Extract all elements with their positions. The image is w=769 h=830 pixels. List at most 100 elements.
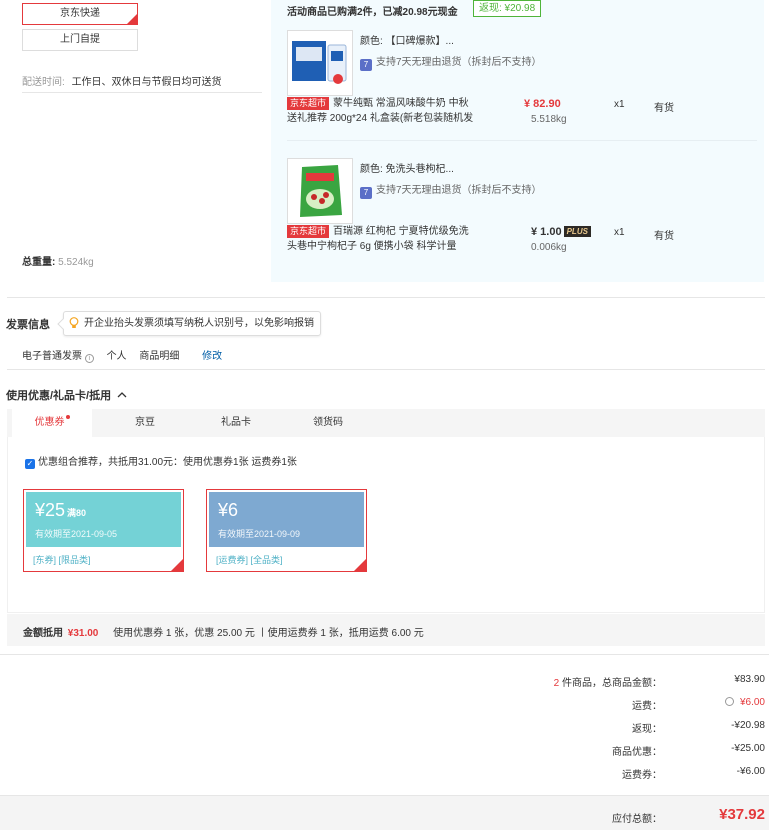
info-icon[interactable]: i xyxy=(84,354,94,363)
invoice-info-row: 电子普通发票 i 个人 商品明细 修改 xyxy=(22,347,222,363)
invoice-tip-text: 开企业抬头发票须填写纳税人识别号，以免影响报销 xyxy=(84,318,314,329)
item1-name[interactable]: 京东超市 蒙牛纯甄 常温风味酸牛奶 中秋送礼推荐 200g*24 礼盒装(新老包装… xyxy=(287,96,477,126)
invoice-tip: 开企业抬头发票须填写纳税人识别号，以免影响报销 xyxy=(63,311,321,336)
new-dot xyxy=(65,415,70,419)
item2-qty: x1 xyxy=(614,227,625,238)
coupon-face: ¥25 满80 有效期至2021-09-05 xyxy=(26,492,181,547)
item1-price: ¥ 82.90 xyxy=(524,98,561,110)
coupon-amount: ¥6 xyxy=(218,500,238,521)
item2-return-policy: 7 支持7天无理由退货（拆封后不支持） xyxy=(360,181,542,199)
selected-corner-icon xyxy=(171,559,183,571)
tab-coupon[interactable]: 优惠券 xyxy=(12,409,92,437)
return-7day-icon: 7 xyxy=(360,59,372,71)
goods-amount: ¥83.90 xyxy=(734,674,765,685)
combo-recommend: ✓ 优惠组合推荐，共抵用31.00元：使用优惠券1张 运费券1张 xyxy=(25,453,297,469)
item2-price: ¥ 1.00 PLUS xyxy=(531,226,591,238)
item1-weight: 5.518kg xyxy=(531,114,567,125)
summary-detail: 使用优惠券 1 张，优惠 25.00 元 丨使用运费券 1 张，抵用运费 6.0… xyxy=(113,628,424,639)
freight-row: ¥6.00 xyxy=(724,697,765,708)
summary-amount: ¥31.00 xyxy=(67,628,99,639)
coupon-card[interactable]: ¥25 满80 有效期至2021-09-05 [东券] [限品类] xyxy=(23,489,184,572)
item1-stock: 有货 xyxy=(654,103,674,114)
item1-return-text: 支持7天无理由退货（拆封后不支持） xyxy=(376,57,542,68)
discount-tabs: 优惠券 京豆 礼品卡 领货码 xyxy=(7,409,765,437)
coupon-amount: ¥25 满80 xyxy=(35,500,86,521)
coupon-tags: [运费券] [全品类] xyxy=(216,555,283,565)
coupon-expire: 有效期至2021-09-09 xyxy=(218,529,301,539)
invoice-detail: 商品明细 xyxy=(139,351,180,362)
item2-attr: 颜色: 免洗头巷枸杞... xyxy=(360,164,454,175)
item1-return-policy: 7 支持7天无理由退货（拆封后不支持） xyxy=(360,53,542,71)
freight-coupon-value: -¥6.00 xyxy=(736,766,765,777)
invoice-person: 个人 xyxy=(106,351,127,362)
goods-discount-label: 商品优惠： xyxy=(612,747,662,758)
tab-goods-code[interactable]: 领货码 xyxy=(288,409,368,437)
divider xyxy=(22,92,262,93)
goods-discount-value: -¥25.00 xyxy=(731,743,765,754)
freight-label: 运费： xyxy=(632,701,662,712)
tab-giftcard[interactable]: 礼品卡 xyxy=(196,409,276,437)
discount-title[interactable]: 使用优惠/礼品卡/抵用 xyxy=(6,387,127,403)
cashback-value: -¥20.98 xyxy=(731,720,765,731)
tab-coupon-label: 优惠券 xyxy=(34,417,65,428)
discount-title-text: 使用优惠/礼品卡/抵用 xyxy=(6,390,112,402)
jd-supermarket-tag: 京东超市 xyxy=(287,225,330,238)
goji-pack-icon xyxy=(288,159,352,223)
invoice-type: 电子普通发票 xyxy=(22,351,82,362)
section-divider xyxy=(7,369,765,370)
chevron-up-icon xyxy=(117,392,127,398)
freight-info-icon[interactable] xyxy=(724,697,734,706)
combo-text: 优惠组合推荐，共抵用31.00元：使用优惠券1张 运费券1张 xyxy=(38,457,297,468)
section-divider xyxy=(0,654,769,655)
delivery-option-jd-express[interactable]: 京东快递 xyxy=(22,3,138,26)
coupon-tags: [东券] [限品类] xyxy=(33,555,91,565)
invoice-edit-link[interactable]: 修改 xyxy=(202,351,222,362)
payable-bar: 应付总额： ¥37.92 xyxy=(0,795,769,830)
selected-corner-icon xyxy=(354,559,366,571)
coupon-amount-value: ¥6 xyxy=(218,500,239,520)
milk-box-icon xyxy=(288,31,352,95)
jd-supermarket-tag: 京东超市 xyxy=(287,97,330,110)
promo-text: 活动商品已购满2件，已减20.98元现金 xyxy=(287,7,458,18)
item2-weight: 0.006kg xyxy=(531,242,567,253)
freight-value: ¥6.00 xyxy=(739,697,765,708)
discount-summary-line: 金额抵用 ¥31.00 使用优惠券 1 张，优惠 25.00 元 丨使用运费券 … xyxy=(23,624,424,639)
discount-summary: 金额抵用 ¥31.00 使用优惠券 1 张，优惠 25.00 元 丨使用运费券 … xyxy=(7,614,765,646)
payable-value: ¥37.92 xyxy=(719,806,765,823)
combo-checkbox[interactable]: ✓ xyxy=(25,459,35,469)
total-weight: 总重量: 5.524kg xyxy=(22,253,94,268)
delivery-option-pickup[interactable]: 上门自提 xyxy=(22,29,138,51)
item2-stock: 有货 xyxy=(654,231,674,242)
invoice-title: 发票信息 xyxy=(6,319,50,331)
goods-count-label: 2 件商品，总商品金额： xyxy=(554,674,662,689)
coupon-condition: 满80 xyxy=(67,508,87,518)
delivery-time-value: 工作日、双休日与节假日均可送货 xyxy=(71,77,222,88)
freight-coupon-label: 运费券： xyxy=(622,770,662,781)
product-image-milk[interactable] xyxy=(287,30,353,96)
product-image-goji[interactable] xyxy=(287,158,353,224)
item1-qty: x1 xyxy=(614,99,625,110)
coupon-expire: 有效期至2021-09-05 xyxy=(35,529,118,539)
summary-label: 金额抵用 xyxy=(23,628,63,639)
divider xyxy=(287,140,757,141)
delivery-time: 配送时间: 工作日、双休日与节假日均可送货 xyxy=(22,73,222,88)
cashback-label: 返现： xyxy=(632,724,662,735)
total-weight-value: 5.524kg xyxy=(58,257,94,268)
cashback-badge: 返现: ¥20.98 xyxy=(473,0,542,17)
tab-jingdou[interactable]: 京豆 xyxy=(105,409,185,437)
plus-member-badge: PLUS xyxy=(563,226,591,237)
item2-return-text: 支持7天无理由退货（拆封后不支持） xyxy=(376,185,542,196)
goods-count-suffix: 件商品，总商品金额： xyxy=(559,678,662,689)
item2-name[interactable]: 京东超市 百瑞源 红枸杞 宁夏特优级免洗头巷中宁枸杞子 6g 便携小袋 科学计量 xyxy=(287,224,477,254)
coupon-face: ¥6 有效期至2021-09-09 xyxy=(209,492,364,547)
lightbulb-icon xyxy=(69,317,79,328)
item1-attr: 颜色: 【口碑爆款】... xyxy=(360,36,454,47)
item2-price-value: ¥ 1.00 xyxy=(531,226,562,238)
order-checkout-page: 京东快递 上门自提 配送时间: 工作日、双休日与节假日均可送货 总重量: 5.5… xyxy=(0,0,769,830)
payable-label: 应付总额： xyxy=(612,814,662,825)
total-weight-label: 总重量: xyxy=(22,257,56,268)
coupon-amount-value: ¥25 xyxy=(35,500,66,520)
coupon-card[interactable]: ¥6 有效期至2021-09-09 [运费券] [全品类] xyxy=(206,489,367,572)
section-divider xyxy=(7,297,765,298)
delivery-time-label: 配送时间: xyxy=(22,77,65,88)
